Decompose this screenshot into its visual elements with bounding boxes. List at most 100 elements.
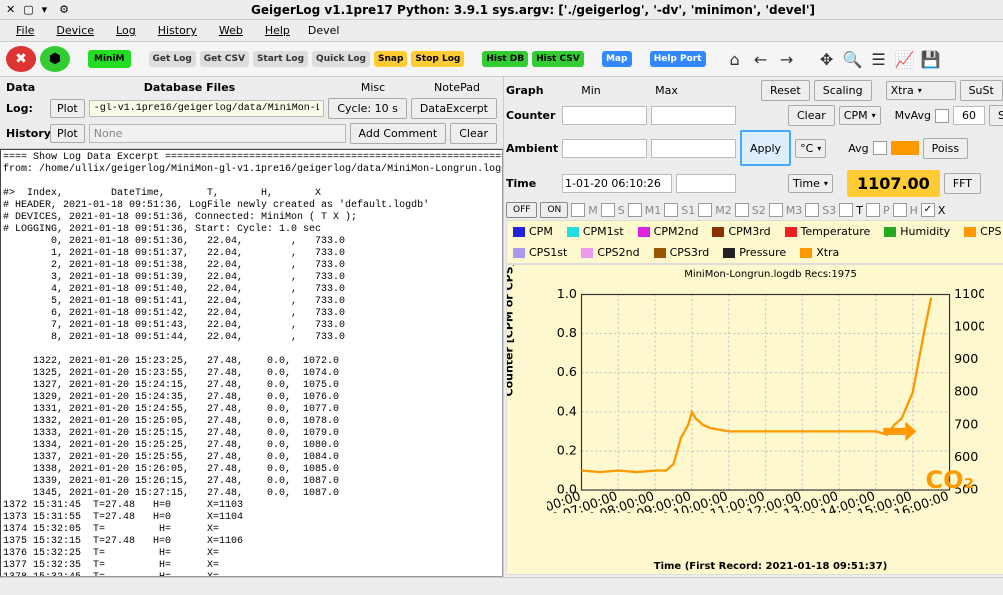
legend-label: CPS2nd [597, 246, 639, 259]
check-s[interactable] [601, 203, 615, 217]
check-m2[interactable] [698, 203, 712, 217]
log-path-input[interactable] [89, 100, 325, 117]
big-value: 1107.00 [847, 170, 940, 197]
log-label: Log: [6, 102, 46, 115]
chart-icon[interactable]: 📈 [894, 48, 916, 70]
legend-label: Pressure [739, 246, 786, 259]
avg-label: Avg [848, 142, 868, 155]
counter-min-input[interactable] [562, 106, 647, 125]
ambient-min-input[interactable] [562, 139, 647, 158]
co2-annotation: CO₂ [926, 466, 975, 494]
home-icon[interactable]: ⌂ [724, 48, 746, 70]
helpport-button[interactable]: Help Port [650, 51, 706, 67]
apply-button[interactable]: Apply [740, 130, 791, 166]
fft-button[interactable]: FFT [944, 173, 981, 194]
avg-checkbox[interactable] [873, 141, 887, 155]
legend-item: Humidity [884, 225, 950, 238]
ambient-max-input[interactable] [651, 139, 736, 158]
menu-log[interactable]: Log [108, 22, 144, 39]
getcsv-button[interactable]: Get CSV [200, 51, 249, 67]
cycle-button[interactable]: Cycle: 10 s [328, 98, 407, 119]
check-h[interactable] [893, 203, 907, 217]
check-p[interactable] [866, 203, 880, 217]
maximize-icon[interactable]: ▢ [23, 3, 33, 16]
clear-notepad-button[interactable]: Clear [450, 123, 497, 144]
dataexcerpt-button[interactable]: DataExcerpt [411, 98, 497, 119]
chart-area[interactable]: MiniMon-Longrun.logdb Recs:1975 Counter … [506, 264, 1003, 575]
back-icon[interactable]: ← [750, 48, 772, 70]
clear-graph-button[interactable]: Clear [788, 105, 835, 126]
history-input[interactable] [89, 124, 346, 143]
addcomment-button[interactable]: Add Comment [350, 123, 447, 144]
legend-swatch [513, 248, 525, 258]
menu-web[interactable]: Web [211, 22, 251, 39]
data-heading: Data [6, 81, 46, 94]
graph-heading: Graph [506, 84, 558, 97]
power-button[interactable]: ✖ [6, 46, 36, 72]
histdb-button[interactable]: Hist DB [482, 51, 528, 67]
menu-help[interactable]: Help [257, 22, 298, 39]
legend-label: Xtra [816, 246, 839, 259]
min-heading: Min [562, 84, 620, 97]
off-button[interactable]: OFF [506, 202, 537, 218]
check-t[interactable] [839, 203, 853, 217]
minim-button[interactable]: MiniM [88, 50, 131, 68]
check-m[interactable] [571, 203, 585, 217]
close-window-icon[interactable]: ✕ [6, 3, 15, 16]
check-m1[interactable] [628, 203, 642, 217]
move-icon[interactable]: ✥ [816, 48, 838, 70]
getlog-button[interactable]: Get Log [149, 51, 196, 67]
xtra-select[interactable]: Xtra [886, 81, 956, 100]
save-icon[interactable]: 💾 [920, 48, 942, 70]
menu-devel[interactable]: Devel [304, 22, 344, 39]
legend-swatch [712, 227, 724, 237]
svg-text:1.0: 1.0 [557, 286, 577, 301]
stats-button[interactable]: Stats [989, 105, 1003, 126]
svg-text:600: 600 [954, 449, 978, 464]
svg-text:800: 800 [954, 384, 978, 399]
zoom-icon[interactable]: 🔍 [842, 48, 864, 70]
log-text-pane[interactable]: ==== Show Log Data Excerpt =============… [0, 149, 503, 577]
legend-item: CPM1st [567, 225, 624, 238]
poiss-button[interactable]: Poiss [923, 138, 969, 159]
mvavg-checkbox[interactable] [935, 109, 949, 123]
map-button[interactable]: Map [602, 51, 632, 67]
menu-file[interactable]: File [8, 22, 42, 39]
sliders-icon[interactable]: ☰ [868, 48, 890, 70]
stoplog-button[interactable]: Stop Log [411, 51, 464, 67]
scaling-button[interactable]: Scaling [814, 80, 872, 101]
startlog-button[interactable]: Start Log [253, 51, 308, 67]
plot-history-button[interactable]: Plot [50, 124, 85, 143]
legend-item: Temperature [785, 225, 871, 238]
on-button[interactable]: ON [540, 202, 568, 218]
reset-button[interactable]: Reset [761, 80, 810, 101]
menu-device[interactable]: Device [48, 22, 102, 39]
check-m3[interactable] [769, 203, 783, 217]
time-select[interactable]: Time [788, 174, 833, 193]
menu-history[interactable]: History [150, 22, 205, 39]
check-s2[interactable] [735, 203, 749, 217]
time-min-input[interactable] [562, 174, 672, 193]
time-max-input[interactable] [676, 174, 736, 193]
check-x[interactable] [921, 203, 935, 217]
check-s3[interactable] [805, 203, 819, 217]
connect-button[interactable]: ⬢ [40, 46, 70, 72]
legend-label: CPS1st [529, 246, 567, 259]
sust-button[interactable]: SuSt [960, 80, 1003, 101]
degc-select[interactable]: °C [795, 139, 826, 158]
forward-icon[interactable]: → [776, 48, 798, 70]
counter-max-input[interactable] [651, 106, 736, 125]
legend-label: CPS [980, 225, 1001, 238]
minimize-icon[interactable]: ▾ [42, 3, 48, 16]
plot-log-button[interactable]: Plot [50, 99, 85, 118]
history-label: History: [6, 127, 46, 140]
svg-text:1000: 1000 [954, 319, 984, 334]
snap-button[interactable]: Snap [374, 51, 407, 67]
check-s1[interactable] [664, 203, 678, 217]
quicklog-button[interactable]: Quick Log [312, 51, 370, 67]
cpm-select[interactable]: CPM [839, 106, 881, 125]
legend-swatch [513, 227, 525, 237]
histcsv-button[interactable]: Hist CSV [532, 51, 584, 67]
avg-color-swatch [891, 141, 919, 155]
mvavg-input[interactable] [953, 106, 985, 125]
